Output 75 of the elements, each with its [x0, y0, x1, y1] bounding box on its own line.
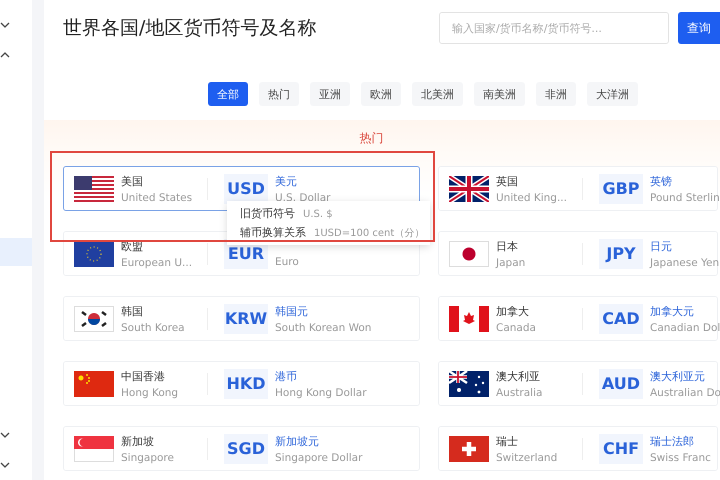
flag-icon [449, 240, 489, 266]
currency-name: 英镑 [650, 174, 673, 188]
country-english-name: United King... [496, 192, 568, 204]
flag-icon [449, 306, 489, 332]
filter-tab[interactable]: 亚洲 [310, 82, 350, 106]
currency-code: SGD [224, 434, 268, 464]
currency-english-name: Euro [275, 256, 300, 268]
country-name: 日本 [496, 238, 519, 254]
country-english-name: Australia [496, 386, 544, 398]
currency-code: HKD [224, 368, 268, 398]
country-name: 加拿大 [496, 304, 530, 318]
flag-icon [74, 370, 114, 396]
filter-tab[interactable]: 南美洲 [474, 82, 525, 106]
currency-name: 日元 [650, 238, 673, 254]
page-title: 世界各国/地区货币符号及名称 [63, 16, 318, 41]
currency-english-name: South Korean Won [275, 322, 372, 334]
country-english-name: Singapore [121, 452, 175, 464]
flag-icon [74, 306, 114, 332]
currency-english-name: Pound Sterlin [650, 192, 717, 204]
section-title: 热门 [358, 130, 384, 146]
country-english-name: Switzerland [496, 452, 558, 464]
currency-english-name: Japanese Yen [650, 256, 717, 268]
flag-icon [449, 370, 489, 396]
currency-code: GBP [599, 174, 643, 204]
currency-english-name: U.S. Dollar [275, 192, 332, 204]
currency-card[interactable]: 日本 Japan JPY 日元 Japanese Yen [438, 231, 718, 276]
chevron-icon[interactable] [0, 52, 10, 58]
chevron-icon[interactable] [0, 22, 10, 28]
filter-tab[interactable]: 非洲 [536, 82, 576, 106]
flag-icon [449, 176, 489, 202]
currency-english-name: Singapore Dollar [275, 452, 364, 464]
currency-name: 新加坡元 [275, 434, 320, 448]
country-english-name: European U... [121, 256, 194, 268]
flag-icon [74, 240, 114, 266]
currency-name: 美元 [275, 174, 298, 188]
filter-tab[interactable]: 全部 [208, 82, 248, 106]
filter-tab[interactable]: 北美洲 [412, 82, 463, 106]
currency-name: 加拿大元 [650, 304, 695, 318]
chevron-icon[interactable] [0, 432, 10, 438]
currency-code: AUD [599, 368, 643, 398]
country-name: 英国 [496, 174, 519, 188]
chevron-icon[interactable] [0, 462, 10, 468]
flag-icon [449, 436, 489, 462]
currency-english-name: Canadian Dol [650, 322, 717, 334]
country-english-name: Japan [496, 256, 526, 268]
country-name: 瑞士 [496, 434, 519, 448]
currency-name: 韩国元 [275, 304, 309, 318]
currency-name: 港币 [275, 368, 298, 384]
currency-code: KRW [224, 304, 268, 334]
currency-name: 澳大利亚元 [650, 368, 706, 384]
country-english-name: United States [121, 192, 194, 204]
currency-code: CAD [599, 304, 643, 334]
country-name: 中国香港 [121, 368, 166, 384]
tooltip-value: U.S. $ [303, 208, 333, 222]
currency-name: 瑞士法郎 [650, 434, 695, 448]
country-english-name: Hong Kong [121, 386, 180, 398]
search-field[interactable]: 输入国家/货币名称/货币符号... [439, 12, 669, 44]
currency-code: USD [224, 174, 268, 204]
country-name: 澳大利亚 [496, 368, 541, 384]
filter-tab[interactable]: 欧洲 [361, 82, 401, 106]
flag-icon [74, 436, 114, 462]
country-name: 新加坡 [121, 434, 155, 448]
currency-english-name: Hong Kong Dollar [275, 386, 368, 398]
filter-tab[interactable]: 大洋洲 [587, 82, 638, 106]
search-button[interactable]: 查询 [678, 12, 720, 44]
country-english-name: South Korea [121, 322, 186, 334]
currency-code: JPY [599, 238, 643, 268]
country-name: 韩国 [121, 304, 144, 318]
flag-icon [74, 176, 114, 202]
tooltip-label: 旧货币符号 [240, 206, 295, 221]
filter-tab[interactable]: 热门 [259, 82, 299, 106]
country-english-name: Canada [496, 322, 537, 334]
currency-english-name: Swiss Franc [650, 452, 712, 464]
currency-code: CHF [599, 434, 643, 464]
country-name: 美国 [121, 174, 144, 188]
